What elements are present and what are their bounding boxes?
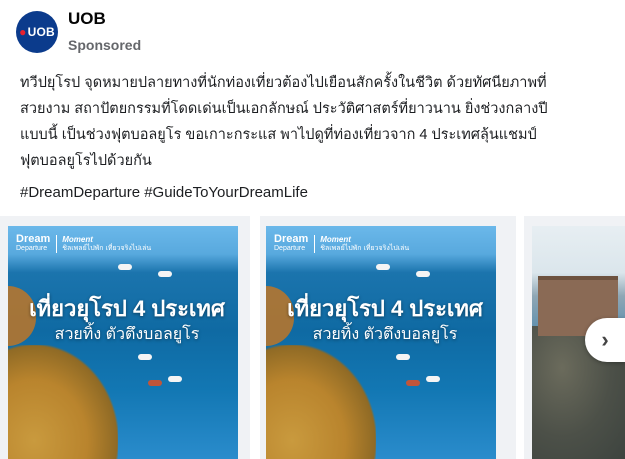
- dream-departure-logo: Dream Departure Moment ชิลเพลย์ไปพัก เที่ย…: [274, 234, 409, 254]
- boat-shape: [426, 376, 440, 382]
- boat-shape: [168, 376, 182, 382]
- carousel-card-1[interactable]: Dream Departure Moment ชิลเพลย์ไปพัก เที่ย…: [0, 216, 250, 459]
- post-meta: UOB Sponsored: [68, 9, 141, 55]
- moment-tag: Moment ชิลเพลย์ไปพัก เที่ยวจริงไปเล่น: [56, 235, 151, 253]
- image-carousel: Dream Departure Moment ชิลเพลย์ไปพัก เที่ย…: [0, 216, 625, 459]
- dream-departure-logo: Dream Departure Moment ชิลเพลย์ไปพัก เที่ย…: [16, 234, 151, 254]
- grass-cliff-shape: [8, 345, 118, 459]
- avatar-dot-icon: ●: [19, 25, 27, 39]
- moment-tag: Moment ชิลเพลย์ไปพัก เที่ยวจริงไปเล่น: [314, 235, 409, 253]
- boat-shape: [138, 354, 152, 360]
- card-subline: สวยทิ้ง ตัวตึงบอลยูโร: [54, 326, 200, 343]
- logo-text: Dream Departure: [16, 233, 51, 253]
- page-name-link[interactable]: UOB: [68, 9, 141, 29]
- card-headline: เที่ยวยุโรป 4 ประเทศ: [287, 296, 483, 321]
- chevron-right-icon: ›: [601, 327, 609, 352]
- sponsored-label[interactable]: Sponsored: [68, 35, 141, 55]
- carousel-image-2[interactable]: Dream Departure Moment ชิลเพลย์ไปพัก เที่ย…: [266, 226, 496, 459]
- card-headline: เที่ยวยุโรป 4 ประเทศ: [29, 296, 225, 321]
- post-text: ทวีปยุโรป จุดหมายปลายทางที่นักท่องเที่ยว…: [20, 75, 548, 169]
- post-header: ● UOB UOB Sponsored: [16, 8, 141, 56]
- post-body: ทวีปยุโรป จุดหมายปลายทางที่นักท่องเที่ยว…: [20, 70, 620, 174]
- card-subline: สวยทิ้ง ตัวตึงบอลยูโร: [312, 326, 458, 343]
- carousel-next-button[interactable]: ›: [585, 318, 625, 362]
- carousel-image-1[interactable]: Dream Departure Moment ชิลเพลย์ไปพัก เที่ย…: [8, 226, 238, 459]
- boat-shape: [118, 264, 132, 270]
- boat-shape: [148, 380, 162, 386]
- boat-shape: [416, 271, 430, 277]
- carousel-card-2[interactable]: Dream Departure Moment ชิลเพลย์ไปพัก เที่ย…: [260, 216, 516, 459]
- post-hashtags[interactable]: #DreamDeparture #GuideToYourDreamLife: [20, 180, 308, 206]
- avatar-text: UOB: [27, 25, 55, 39]
- boat-shape: [376, 264, 390, 270]
- boat-shape: [158, 271, 172, 277]
- page-avatar[interactable]: ● UOB: [16, 11, 58, 53]
- boat-shape: [406, 380, 420, 386]
- logo-text: Dream Departure: [274, 233, 309, 253]
- boat-shape: [396, 354, 410, 360]
- grass-cliff-shape: [266, 345, 376, 459]
